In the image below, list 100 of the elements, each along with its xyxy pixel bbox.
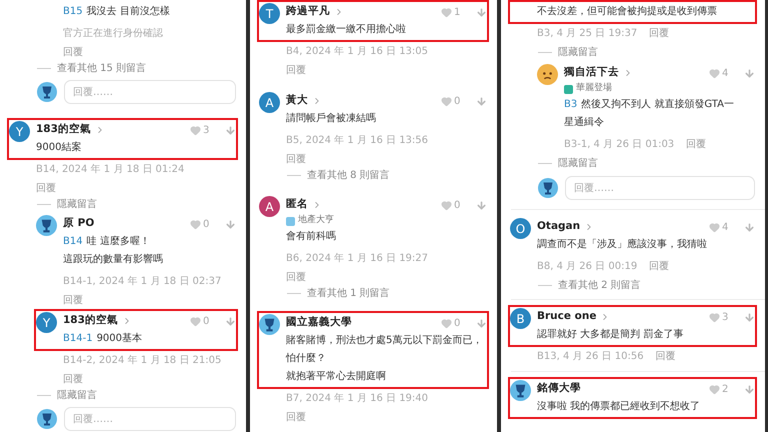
heart-icon[interactable] xyxy=(709,222,720,232)
like-count: 4 xyxy=(722,66,730,80)
heart-icon[interactable] xyxy=(441,318,452,328)
comment-text: 就抱著平常心去開庭啊 xyxy=(286,370,387,384)
down-arrow-icon[interactable] xyxy=(476,6,487,18)
reply-link[interactable]: 回覆 xyxy=(286,270,306,284)
letter-avatar: T xyxy=(259,3,280,24)
like-count: 2 xyxy=(722,382,730,396)
heart-icon[interactable] xyxy=(441,6,452,18)
user-name[interactable]: 獨自活下去 xyxy=(564,65,619,81)
down-arrow-icon[interactable] xyxy=(225,316,236,326)
like-count: 4 xyxy=(722,220,730,234)
reply-link[interactable]: 回覆 xyxy=(63,44,83,60)
heart-icon[interactable] xyxy=(709,68,720,78)
letter-avatar: A xyxy=(259,196,280,217)
more-comments-link[interactable]: 隱藏留言 xyxy=(57,388,97,403)
down-arrow-icon[interactable] xyxy=(744,222,755,232)
user-name[interactable]: 黃大 xyxy=(286,93,308,109)
reply-field[interactable]: 回覆…… xyxy=(565,176,755,200)
letter-avatar: Y xyxy=(36,312,57,333)
user-name[interactable]: 183的空氣 xyxy=(63,313,118,329)
letter-avatar: Y xyxy=(9,121,30,142)
heart-icon[interactable] xyxy=(709,312,720,322)
heart-icon[interactable] xyxy=(190,124,201,136)
reply-link[interactable]: 回覆 xyxy=(63,372,83,386)
reply-link[interactable]: 回覆 xyxy=(649,26,670,41)
like-count: 0 xyxy=(454,94,462,108)
comment-meta: B13, 4 月 26 日 10:56 xyxy=(537,350,644,364)
comment-text: 不去沒差，但可能會被拘提或是收到傳票 xyxy=(537,4,718,19)
reply-link[interactable]: 回覆 xyxy=(286,410,306,424)
reply-field[interactable]: 回覆…… xyxy=(64,80,236,104)
down-arrow-icon[interactable] xyxy=(225,124,236,136)
user-name[interactable]: 匿名 xyxy=(286,197,308,213)
comment-meta: B14-1, 2024 年 1 月 18 日 02:37 xyxy=(63,275,222,289)
letter-avatar: A xyxy=(259,92,280,113)
comment-text: B14 哇 這麼多喔！ xyxy=(63,234,151,249)
trophy-avatar-icon xyxy=(37,409,57,429)
more-comments-link[interactable]: 查看其他 15 則留言 xyxy=(57,61,146,76)
reply-link[interactable]: 回覆 xyxy=(686,137,706,152)
down-arrow-icon[interactable] xyxy=(744,384,755,394)
down-arrow-icon[interactable] xyxy=(476,96,487,106)
user-name[interactable]: Bruce one xyxy=(537,309,596,325)
trophy-avatar-icon xyxy=(259,314,280,335)
reply-link[interactable]: 回覆 xyxy=(36,180,56,196)
comment-meta: B8, 4 月 26 日 00:19 xyxy=(537,260,638,274)
comment-text: 請問帳戶會被凍結嗎 xyxy=(286,112,377,126)
more-comments-link[interactable]: 查看其他 2 則留言 xyxy=(558,278,641,292)
reply-link[interactable]: 回覆 xyxy=(286,152,306,166)
comment-meta: B3-1, 4 月 26 日 01:03 xyxy=(564,138,674,152)
user-name[interactable]: 銘傳大學 xyxy=(537,381,581,397)
comment-text: 星通緝令 xyxy=(564,116,605,130)
like-count: 1 xyxy=(454,6,462,20)
comment-text: 賭客賭博，刑法也才處5萬元以下罰金而已， xyxy=(286,334,484,348)
more-comments-link[interactable]: 隱藏留言 xyxy=(57,197,97,212)
user-name[interactable]: Otagan xyxy=(537,219,580,235)
more-comments-link[interactable]: 查看其他 8 則留言 xyxy=(307,168,390,183)
down-arrow-icon[interactable] xyxy=(744,312,755,322)
more-comments-link[interactable]: 隱藏留言 xyxy=(558,44,598,60)
comment-meta: B4, 2024 年 1 月 16 日 13:05 xyxy=(286,45,428,59)
comment-text: 沒事啦 我的傳票都已經收到不想收了 xyxy=(537,400,702,414)
reply-link[interactable]: 回覆 xyxy=(63,292,83,308)
down-arrow-icon[interactable] xyxy=(744,68,755,78)
reply-link[interactable]: 回覆 xyxy=(286,62,306,78)
like-count: 0 xyxy=(203,218,210,232)
comment-text: 調查而不是「涉及」應該沒事，我猜啦 xyxy=(537,238,708,252)
comment-text: B3 然後又拘不到人 就直接頒發GTA一 xyxy=(564,98,735,112)
reply-link[interactable]: 回覆 xyxy=(656,349,676,364)
down-arrow-icon[interactable] xyxy=(225,218,236,230)
down-arrow-icon[interactable] xyxy=(476,318,487,328)
user-name[interactable]: 原 PO xyxy=(63,216,94,232)
like-count: 0 xyxy=(454,316,462,330)
letter-avatar: O xyxy=(510,218,531,239)
heart-icon[interactable] xyxy=(709,384,720,394)
like-count: 0 xyxy=(203,314,210,328)
reply-link[interactable]: 回覆 xyxy=(649,259,670,274)
letter-avatar: B xyxy=(510,308,531,329)
comment-meta: B7, 2024 年 1 月 16 日 19:40 xyxy=(286,392,428,406)
comment-text: B15 我沒去 目前沒怎樣 xyxy=(63,4,171,19)
user-name[interactable]: 跨過平凡 xyxy=(286,4,330,20)
reply-field[interactable]: 回覆…… xyxy=(64,407,236,431)
down-arrow-icon[interactable] xyxy=(476,200,487,210)
like-count: 3 xyxy=(722,310,730,324)
badge-label: 地產大亨 xyxy=(298,214,334,228)
comment-meta: B3, 4 月 25 日 19:37 xyxy=(537,27,638,41)
comment-text: 最多罰金繳一繳不用擔心啦 xyxy=(286,22,407,37)
heart-icon[interactable] xyxy=(190,218,201,230)
more-comments-link[interactable]: 隱藏留言 xyxy=(558,156,598,170)
more-comments-link[interactable]: 查看其他 1 則留言 xyxy=(307,286,390,301)
like-count: 3 xyxy=(203,124,210,138)
heart-icon[interactable] xyxy=(441,96,452,106)
cartoon-face-avatar-icon xyxy=(537,64,558,85)
comment-meta: B5, 2024 年 1 月 16 日 13:56 xyxy=(286,134,428,148)
heart-icon[interactable] xyxy=(190,316,201,326)
trophy-avatar-icon xyxy=(36,215,57,236)
comment-text: 會有前科嗎 xyxy=(286,230,337,244)
user-name[interactable]: 國立嘉義大學 xyxy=(286,315,352,331)
comment-text: 這跟玩的數量有影響嗎 xyxy=(63,252,164,267)
heart-icon[interactable] xyxy=(441,200,452,210)
user-name[interactable]: 183的空氣 xyxy=(36,122,91,138)
comment-text: 怕什麼？ xyxy=(286,352,327,366)
